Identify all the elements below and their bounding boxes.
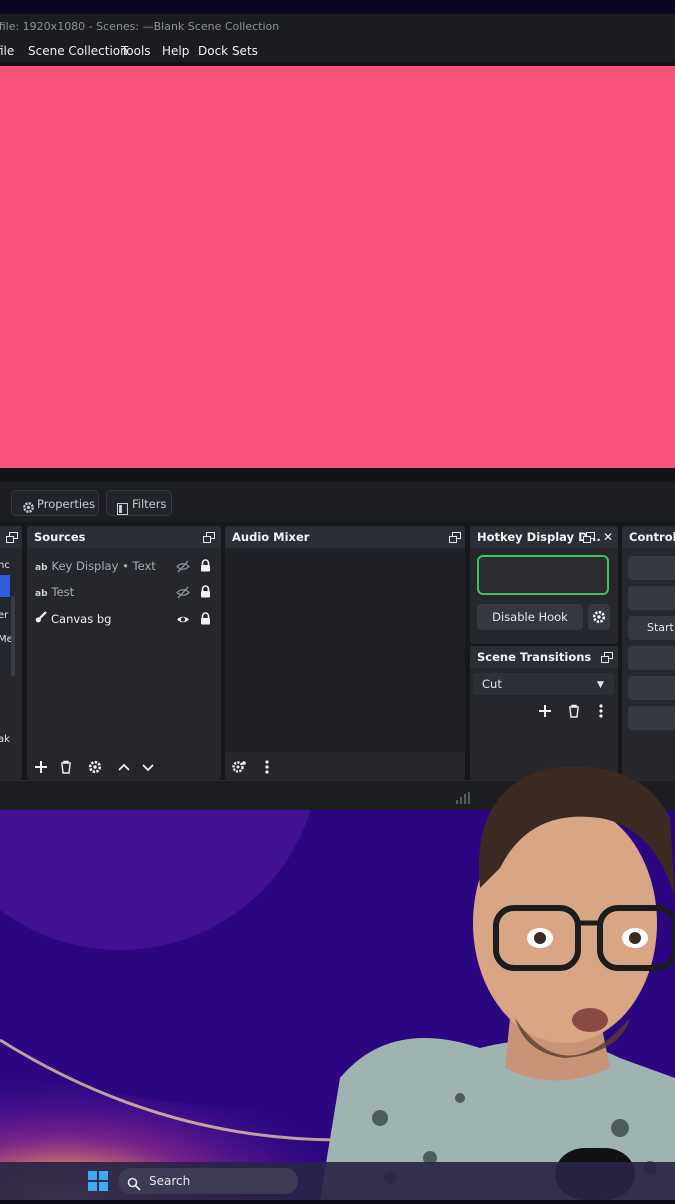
add-icon[interactable] <box>33 759 49 775</box>
start-recording-button[interactable] <box>628 586 675 610</box>
menu-profile[interactable]: file <box>0 40 14 62</box>
undock-icon[interactable] <box>583 532 595 543</box>
list-item[interactable]: Canvas bg <box>35 609 213 629</box>
controls-title: Controls <box>629 530 675 544</box>
chevron-down-icon[interactable] <box>140 759 156 775</box>
menu-dock-sets[interactable]: Dock Sets <box>198 40 258 62</box>
start-virtual-camera-button[interactable]: Start <box>628 616 675 640</box>
studio-mode-button[interactable] <box>628 646 675 670</box>
taskbar-search-box[interactable]: Search <box>118 1168 298 1194</box>
trash-icon[interactable] <box>58 759 74 775</box>
hotkey-settings-button[interactable] <box>588 604 610 630</box>
scenes-dock-header <box>0 526 22 548</box>
text-source-icon: ab <box>35 563 48 573</box>
gear-icon <box>22 497 35 513</box>
preview-canvas[interactable] <box>0 66 675 468</box>
transition-select-value: Cut <box>482 677 502 691</box>
gear-icon <box>591 609 607 629</box>
eye-hidden-icon[interactable] <box>176 585 190 605</box>
undock-icon[interactable] <box>601 652 613 663</box>
desktop-top-strip <box>0 0 675 14</box>
dropdown-arrow-icon: ▼ <box>597 680 604 690</box>
scene-item[interactable]: ak <box>0 730 10 750</box>
menu-help[interactable]: Help <box>162 40 189 62</box>
more-vertical-icon[interactable] <box>593 703 609 719</box>
eye-hidden-icon[interactable] <box>176 559 190 579</box>
audio-mixer-dock: Audio Mixer <box>225 526 465 780</box>
more-vertical-icon[interactable] <box>259 759 275 775</box>
transition-select[interactable]: Cut ▼ <box>473 673 614 695</box>
hotkey-display-field <box>477 555 609 595</box>
menu-tools[interactable]: Tools <box>121 40 151 62</box>
undock-icon[interactable] <box>6 532 18 543</box>
disable-hook-button[interactable]: Disable Hook <box>477 604 583 630</box>
start-label: Start <box>647 621 674 634</box>
chevron-up-icon[interactable] <box>116 759 132 775</box>
close-icon[interactable]: ✕ <box>603 526 613 548</box>
search-label: Search <box>149 1174 191 1188</box>
scene-item[interactable]: nc <box>0 556 10 576</box>
scene-item[interactable]: er <box>0 606 8 626</box>
scene-transitions-header: Scene Transitions <box>470 646 618 668</box>
menu-scene-collection[interactable]: Scene Collection <box>28 40 128 62</box>
source-label: Key Display • Text <box>51 559 156 573</box>
eye-icon[interactable] <box>176 612 190 632</box>
presenter-figure <box>320 766 675 1200</box>
audio-mixer-header: Audio Mixer <box>225 526 465 548</box>
lock-icon[interactable] <box>200 584 211 604</box>
audio-mixer-area <box>225 548 465 752</box>
source-toolbar: Properties Filters <box>0 482 675 522</box>
settings-button[interactable] <box>628 676 675 700</box>
window-title: ofile: 1920x1080 - Scenes: —Blank Scene … <box>0 20 280 33</box>
brush-icon <box>35 609 47 629</box>
audio-mixer-title: Audio Mixer <box>232 530 310 544</box>
scrollbar[interactable] <box>11 596 15 676</box>
filter-icon <box>117 498 128 515</box>
hotkey-display-dock: Hotkey Display D... ✕ Disable Hook <box>470 526 618 644</box>
add-icon[interactable] <box>537 703 553 719</box>
window-titlebar: ofile: 1920x1080 - Scenes: —Blank Scene … <box>0 14 675 40</box>
text-source-icon: ab <box>35 589 48 599</box>
docks-area: nc er Me ak Sources ab Key Display • Text… <box>0 522 675 780</box>
source-label: Canvas bg <box>51 612 112 626</box>
list-item[interactable]: ab Test <box>35 582 213 602</box>
undock-icon[interactable] <box>449 532 461 543</box>
source-label: Test <box>51 585 75 599</box>
gear-icon[interactable] <box>87 759 103 775</box>
advanced-audio-gear-icon[interactable] <box>231 759 247 775</box>
list-item[interactable]: ab Key Display • Text <box>35 556 213 576</box>
windows-start-icon[interactable] <box>88 1171 108 1195</box>
properties-button[interactable]: Properties <box>11 490 99 516</box>
filters-button[interactable]: Filters <box>106 490 172 516</box>
scenes-dock: nc er Me ak <box>0 526 22 780</box>
exit-button[interactable] <box>628 706 675 730</box>
filters-label: Filters <box>132 497 167 511</box>
scene-transitions-title: Scene Transitions <box>477 650 592 664</box>
sources-title: Sources <box>34 530 86 544</box>
search-icon <box>127 1174 141 1200</box>
divider <box>0 468 675 482</box>
controls-dock: Controls Start <box>622 526 675 780</box>
taskbar: Search <box>0 1162 675 1200</box>
sources-dock-header: Sources <box>27 526 221 548</box>
trash-icon[interactable] <box>566 703 582 719</box>
properties-label: Properties <box>37 497 96 511</box>
menu-bar: file Scene Collection Tools Help Dock Se… <box>0 40 675 62</box>
hotkey-display-header: Hotkey Display D... ✕ <box>470 526 618 548</box>
lock-icon[interactable] <box>200 558 211 578</box>
scene-selected-highlight[interactable] <box>0 575 10 597</box>
start-streaming-button[interactable] <box>628 556 675 580</box>
sources-dock: Sources ab Key Display • Text ab Test Ca… <box>27 526 221 780</box>
lock-icon[interactable] <box>200 611 211 631</box>
webcam-overlay <box>300 748 675 1200</box>
controls-header: Controls <box>622 526 675 548</box>
undock-icon[interactable] <box>203 532 215 543</box>
